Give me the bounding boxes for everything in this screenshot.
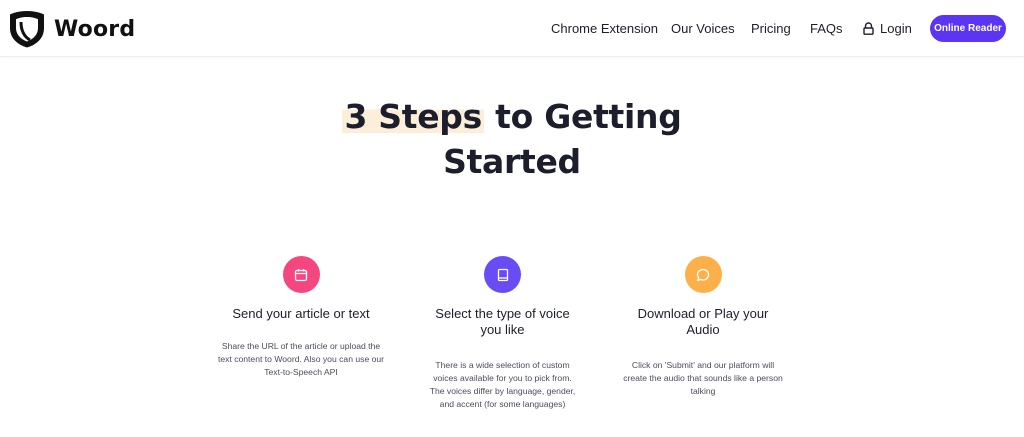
- book-icon: [497, 268, 508, 281]
- lock-icon: [863, 22, 874, 35]
- nav-our-voices[interactable]: Our Voices: [671, 21, 735, 36]
- step-icon-circle: [282, 256, 320, 293]
- step-card: Send your article or text Share the URL …: [216, 256, 386, 379]
- nav-faqs[interactable]: FAQs: [810, 21, 843, 36]
- step-description: There is a wide selection of custom voic…: [429, 360, 576, 409]
- site-header: Woord Chrome Extension Our Voices Pricin…: [0, 0, 1024, 57]
- step-card: Download or Play your Audio Click on 'Su…: [620, 256, 786, 398]
- step-title: Send your article or text: [232, 306, 370, 321]
- step-description: Click on 'Submit' and our platform will …: [623, 360, 783, 396]
- title-highlight: 3 Steps: [342, 97, 484, 136]
- shield-logo-icon: [10, 11, 44, 48]
- page-title: 3 Steps to Getting Started: [300, 94, 724, 184]
- brand-logo[interactable]: Woord: [8, 9, 135, 49]
- nav-pricing[interactable]: Pricing: [751, 21, 791, 36]
- step-title: Select the type of voice you like: [435, 306, 570, 337]
- step-card: Select the type of voice you like There …: [425, 256, 580, 411]
- step-description: Share the URL of the article or upload t…: [217, 341, 385, 377]
- step-title: Download or Play your Audio: [637, 306, 769, 337]
- title-line-2: Started: [443, 142, 581, 181]
- brand-name: Woord: [54, 16, 136, 42]
- login-label: Login: [880, 21, 912, 36]
- step-icon-circle: [684, 256, 722, 293]
- nav-chrome-extension[interactable]: Chrome Extension: [551, 21, 658, 36]
- calendar-icon: [294, 268, 308, 281]
- step-icon-circle: [484, 256, 521, 293]
- title-rest: to Getting: [483, 97, 682, 136]
- login-link[interactable]: Login: [863, 21, 912, 36]
- online-reader-button[interactable]: Online Reader: [930, 15, 1006, 42]
- chat-bubble-icon: [696, 268, 710, 281]
